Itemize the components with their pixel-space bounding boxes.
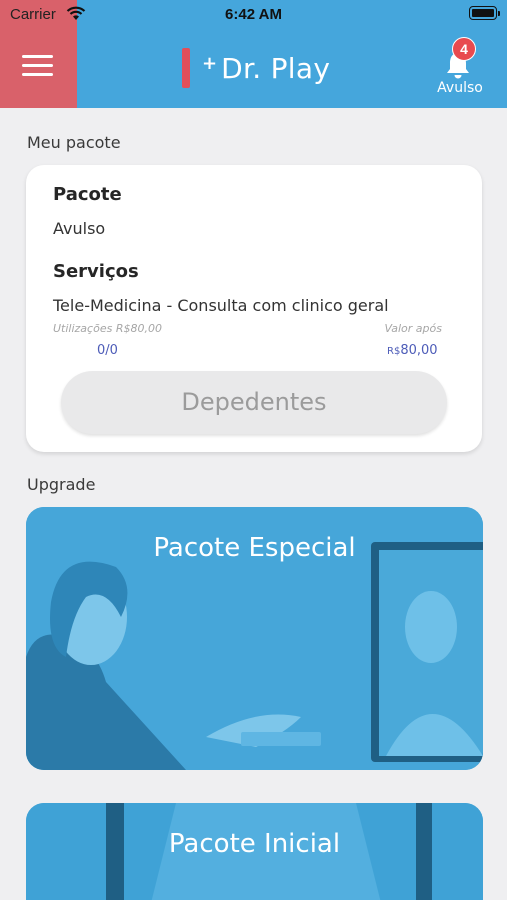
- dependents-button[interactable]: Depedentes: [61, 371, 447, 434]
- package-heading: Pacote: [53, 184, 122, 205]
- package-card-inicial[interactable]: Pacote Inicial: [26, 803, 483, 900]
- usage-value: 0/0: [97, 343, 118, 358]
- after-amount: 80,00: [400, 343, 438, 358]
- package-title-especial: Pacote Especial: [153, 533, 356, 563]
- services-heading: Serviços: [53, 261, 139, 282]
- service-name: Tele-Medicina - Consulta com clinico ger…: [53, 296, 389, 315]
- app-logo: + Dr. Play: [182, 48, 330, 88]
- after-value: R$80,00: [387, 343, 438, 358]
- notification-badge: 4: [452, 37, 476, 61]
- top-bar: Carrier 6:42 AM + Dr. Play 4 Avulso: [0, 0, 507, 108]
- package-title-inicial: Pacote Inicial: [168, 829, 341, 859]
- package-card-especial[interactable]: Pacote Especial: [26, 507, 483, 770]
- logo-accent-bar: [182, 48, 190, 88]
- notifications-button[interactable]: 4 Avulso: [430, 36, 490, 100]
- package-card: Pacote Avulso Serviços Tele-Medicina - C…: [26, 165, 482, 452]
- logo-mark: +: [202, 53, 218, 74]
- after-currency: R$: [387, 346, 401, 357]
- usage-label: Utilizações R$80,00: [53, 322, 162, 335]
- after-label: Valor após: [384, 322, 442, 335]
- notification-label: Avulso: [437, 80, 483, 96]
- section-title-upgrade: Upgrade: [27, 475, 96, 494]
- section-title-my-package: Meu pacote: [27, 133, 121, 152]
- hamburger-menu-icon[interactable]: [22, 55, 53, 77]
- status-bar: Carrier 6:42 AM: [0, 0, 507, 30]
- clock: 6:42 AM: [225, 6, 282, 23]
- battery-icon: [469, 6, 500, 20]
- package-value: Avulso: [53, 219, 106, 238]
- logo-text: Dr. Play: [221, 51, 331, 85]
